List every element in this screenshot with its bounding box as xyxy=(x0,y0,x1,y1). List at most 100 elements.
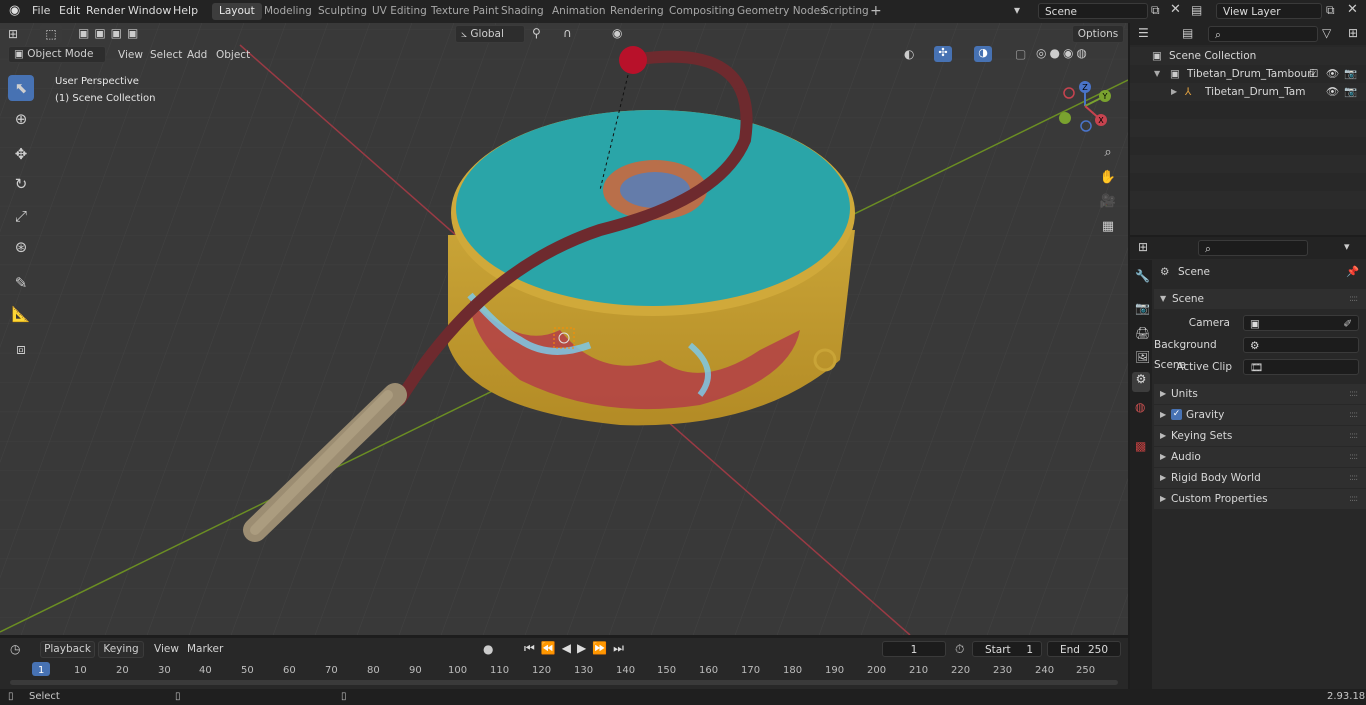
add-menu[interactable]: Add xyxy=(187,49,207,61)
outliner-root-row[interactable]: ▣ Scene Collection xyxy=(1130,47,1366,65)
camera-icon[interactable]: 📷 xyxy=(1344,65,1357,83)
active-clip-field[interactable]: 🎞 xyxy=(1243,359,1359,375)
timeline-scrollbar[interactable] xyxy=(10,680,1118,685)
selection-modes-icon[interactable]: ▣▣▣▣ xyxy=(78,26,143,40)
tool-tab-icon[interactable]: 🔧 xyxy=(1135,269,1150,283)
view-layer-tab-icon[interactable]: 🖼 xyxy=(1135,350,1150,364)
transform-tool-icon[interactable]: ⊛ xyxy=(8,234,34,260)
display-mode-icon[interactable]: ▤ xyxy=(1182,26,1193,40)
camera-view-icon[interactable]: 🎥 xyxy=(1096,189,1120,213)
editor-type-icon[interactable]: ⊞ xyxy=(8,27,18,41)
custom-properties-panel-header[interactable]: ▶ Custom Properties :::: xyxy=(1154,489,1366,509)
properties-editor-icon[interactable]: ⊞ xyxy=(1138,240,1148,254)
menu-render[interactable]: Render xyxy=(86,4,125,17)
copy-view-layer-icon[interactable]: ⧉ xyxy=(1326,3,1335,18)
outliner-item-row[interactable]: ▼ ▣ Tibetan_Drum_Tambourine_0 ☑ 👁 📷 xyxy=(1130,65,1366,83)
expand-right-icon[interactable]: ▶ xyxy=(1171,83,1177,101)
transform-orientation-dropdown[interactable]: ⦣ Global xyxy=(455,25,525,43)
start-frame-field[interactable]: Start 1 xyxy=(972,641,1042,657)
new-collection-icon[interactable]: ⊞ xyxy=(1348,26,1358,40)
drag-handle-icon[interactable]: :::: xyxy=(1349,489,1358,509)
outliner-search-input[interactable]: ⌕ xyxy=(1208,26,1318,42)
pin-icon[interactable]: 📌 xyxy=(1346,262,1359,282)
navigation-gizmo[interactable]: Z Y X xyxy=(1055,78,1117,138)
add-cube-tool-icon[interactable]: ⧈ xyxy=(8,336,34,362)
scene-tab-icon[interactable]: ⚙ xyxy=(1132,372,1150,392)
pan-hand-icon[interactable]: ✋ xyxy=(1096,165,1120,189)
scale-tool-icon[interactable]: ⤢ xyxy=(8,203,34,229)
copy-scene-icon[interactable]: ⧉ xyxy=(1151,3,1160,18)
tab-modeling[interactable]: Modeling xyxy=(257,3,319,20)
world-tab-icon[interactable]: ◍ xyxy=(1135,400,1145,414)
filter-icon[interactable]: ▽ xyxy=(1322,26,1331,40)
playback-dropdown[interactable]: Playback xyxy=(40,641,95,658)
tab-rendering[interactable]: Rendering xyxy=(603,3,671,20)
drag-handle-icon[interactable]: :::: xyxy=(1349,468,1358,488)
background-scene-field[interactable]: ⚙ xyxy=(1243,337,1359,353)
timeline-editor-icon[interactable]: ◷ xyxy=(10,642,20,656)
scene-selector-icon[interactable]: ▾ xyxy=(1014,3,1020,17)
outliner-item-row[interactable]: ▶ ⅄ Tibetan_Drum_Tambouri 👁 📷 xyxy=(1130,83,1366,101)
checkbox-icon[interactable]: ☑ xyxy=(1309,65,1318,83)
menu-window[interactable]: Window xyxy=(128,4,171,17)
shading-modes-icon[interactable]: ◎●◉◍ xyxy=(1036,46,1090,60)
snap-icon[interactable]: ∩ xyxy=(563,26,572,40)
close-scene-icon[interactable]: ✕ xyxy=(1170,2,1181,17)
tab-shading[interactable]: Shading xyxy=(494,3,551,20)
close-view-layer-icon[interactable]: ✕ xyxy=(1347,2,1358,17)
view-menu[interactable]: View xyxy=(118,49,143,61)
drag-handle-icon[interactable]: :::: xyxy=(1349,289,1358,309)
3d-viewport[interactable] xyxy=(0,23,1128,635)
view-layer-icon[interactable]: ▤ xyxy=(1191,3,1202,17)
cursor-tool-icon[interactable]: ⊕ xyxy=(8,106,34,132)
playback-controls-icon[interactable]: ⏮⏪◀▶⏩⏭ xyxy=(524,641,630,656)
drag-handle-icon[interactable]: :::: xyxy=(1349,447,1358,467)
view-layer-field[interactable]: View Layer xyxy=(1216,3,1322,19)
rigid-body-panel-header[interactable]: ▶ Rigid Body World :::: xyxy=(1154,468,1366,488)
measure-tool-icon[interactable]: 📐 xyxy=(8,301,34,327)
expand-down-icon[interactable]: ▼ xyxy=(1154,65,1160,83)
record-icon[interactable]: ● xyxy=(483,642,493,656)
visibility-icon[interactable]: ◐ xyxy=(904,47,914,61)
eyedropper-icon[interactable]: ✐ xyxy=(1343,316,1352,332)
audio-panel-header[interactable]: ▶ Audio :::: xyxy=(1154,447,1366,467)
tibetan-drum[interactable] xyxy=(448,110,855,426)
menu-help[interactable]: Help xyxy=(173,4,198,17)
move-tool-icon[interactable]: ✥ xyxy=(8,141,34,167)
drag-handle-icon[interactable]: :::: xyxy=(1349,384,1358,404)
drag-handle-icon[interactable]: :::: xyxy=(1349,426,1358,446)
annotate-tool-icon[interactable]: ✎ xyxy=(8,270,34,296)
gravity-panel-header[interactable]: ▶ ✓ Gravity :::: xyxy=(1154,405,1366,425)
marker-menu[interactable]: Marker xyxy=(187,643,223,655)
ortho-grid-icon[interactable]: ▦ xyxy=(1096,214,1120,238)
keying-sets-panel-header[interactable]: ▶ Keying Sets :::: xyxy=(1154,426,1366,446)
timeline-view-menu[interactable]: View xyxy=(154,643,179,655)
menu-file[interactable]: File xyxy=(32,4,50,17)
scene-name-field[interactable]: Scene xyxy=(1038,3,1148,19)
select-tool-icon[interactable]: ⬉ xyxy=(8,75,34,101)
xray-icon[interactable]: ▢ xyxy=(1015,47,1026,61)
blender-logo-icon[interactable]: ◉ xyxy=(9,3,20,18)
menu-edit[interactable]: Edit xyxy=(59,4,80,17)
end-frame-field[interactable]: End 250 xyxy=(1047,641,1121,657)
eye-icon[interactable]: 👁 xyxy=(1326,65,1339,83)
options-button[interactable]: Options xyxy=(1072,25,1124,43)
camera-icon[interactable]: 📷 xyxy=(1344,83,1357,101)
eye-icon[interactable]: 👁 xyxy=(1326,83,1339,101)
rotate-tool-icon[interactable]: ↻ xyxy=(8,171,34,197)
output-tab-icon[interactable]: 🖨 xyxy=(1135,326,1150,340)
object-mode-dropdown[interactable]: ▣ Object Mode xyxy=(8,46,106,63)
scene-panel-header[interactable]: ▼ Scene :::: xyxy=(1154,289,1366,309)
proportional-editing-icon[interactable]: ◉ xyxy=(612,26,622,40)
texture-tab-icon[interactable]: ▩ xyxy=(1135,439,1146,453)
zoom-icon[interactable]: ⌕ xyxy=(1096,140,1120,164)
add-workspace-icon[interactable]: + xyxy=(870,3,882,19)
tab-layout[interactable]: Layout xyxy=(212,3,262,20)
select-box-tool-icon[interactable]: ⬚ xyxy=(40,24,62,44)
keying-dropdown[interactable]: Keying xyxy=(98,641,144,658)
properties-options-icon[interactable]: ▾ xyxy=(1344,240,1350,253)
render-tab-icon[interactable]: 📷 xyxy=(1135,301,1150,315)
outliner-editor-icon[interactable]: ☰ xyxy=(1138,26,1149,40)
select-menu[interactable]: Select xyxy=(150,49,182,61)
properties-search-input[interactable]: ⌕ xyxy=(1198,240,1308,256)
